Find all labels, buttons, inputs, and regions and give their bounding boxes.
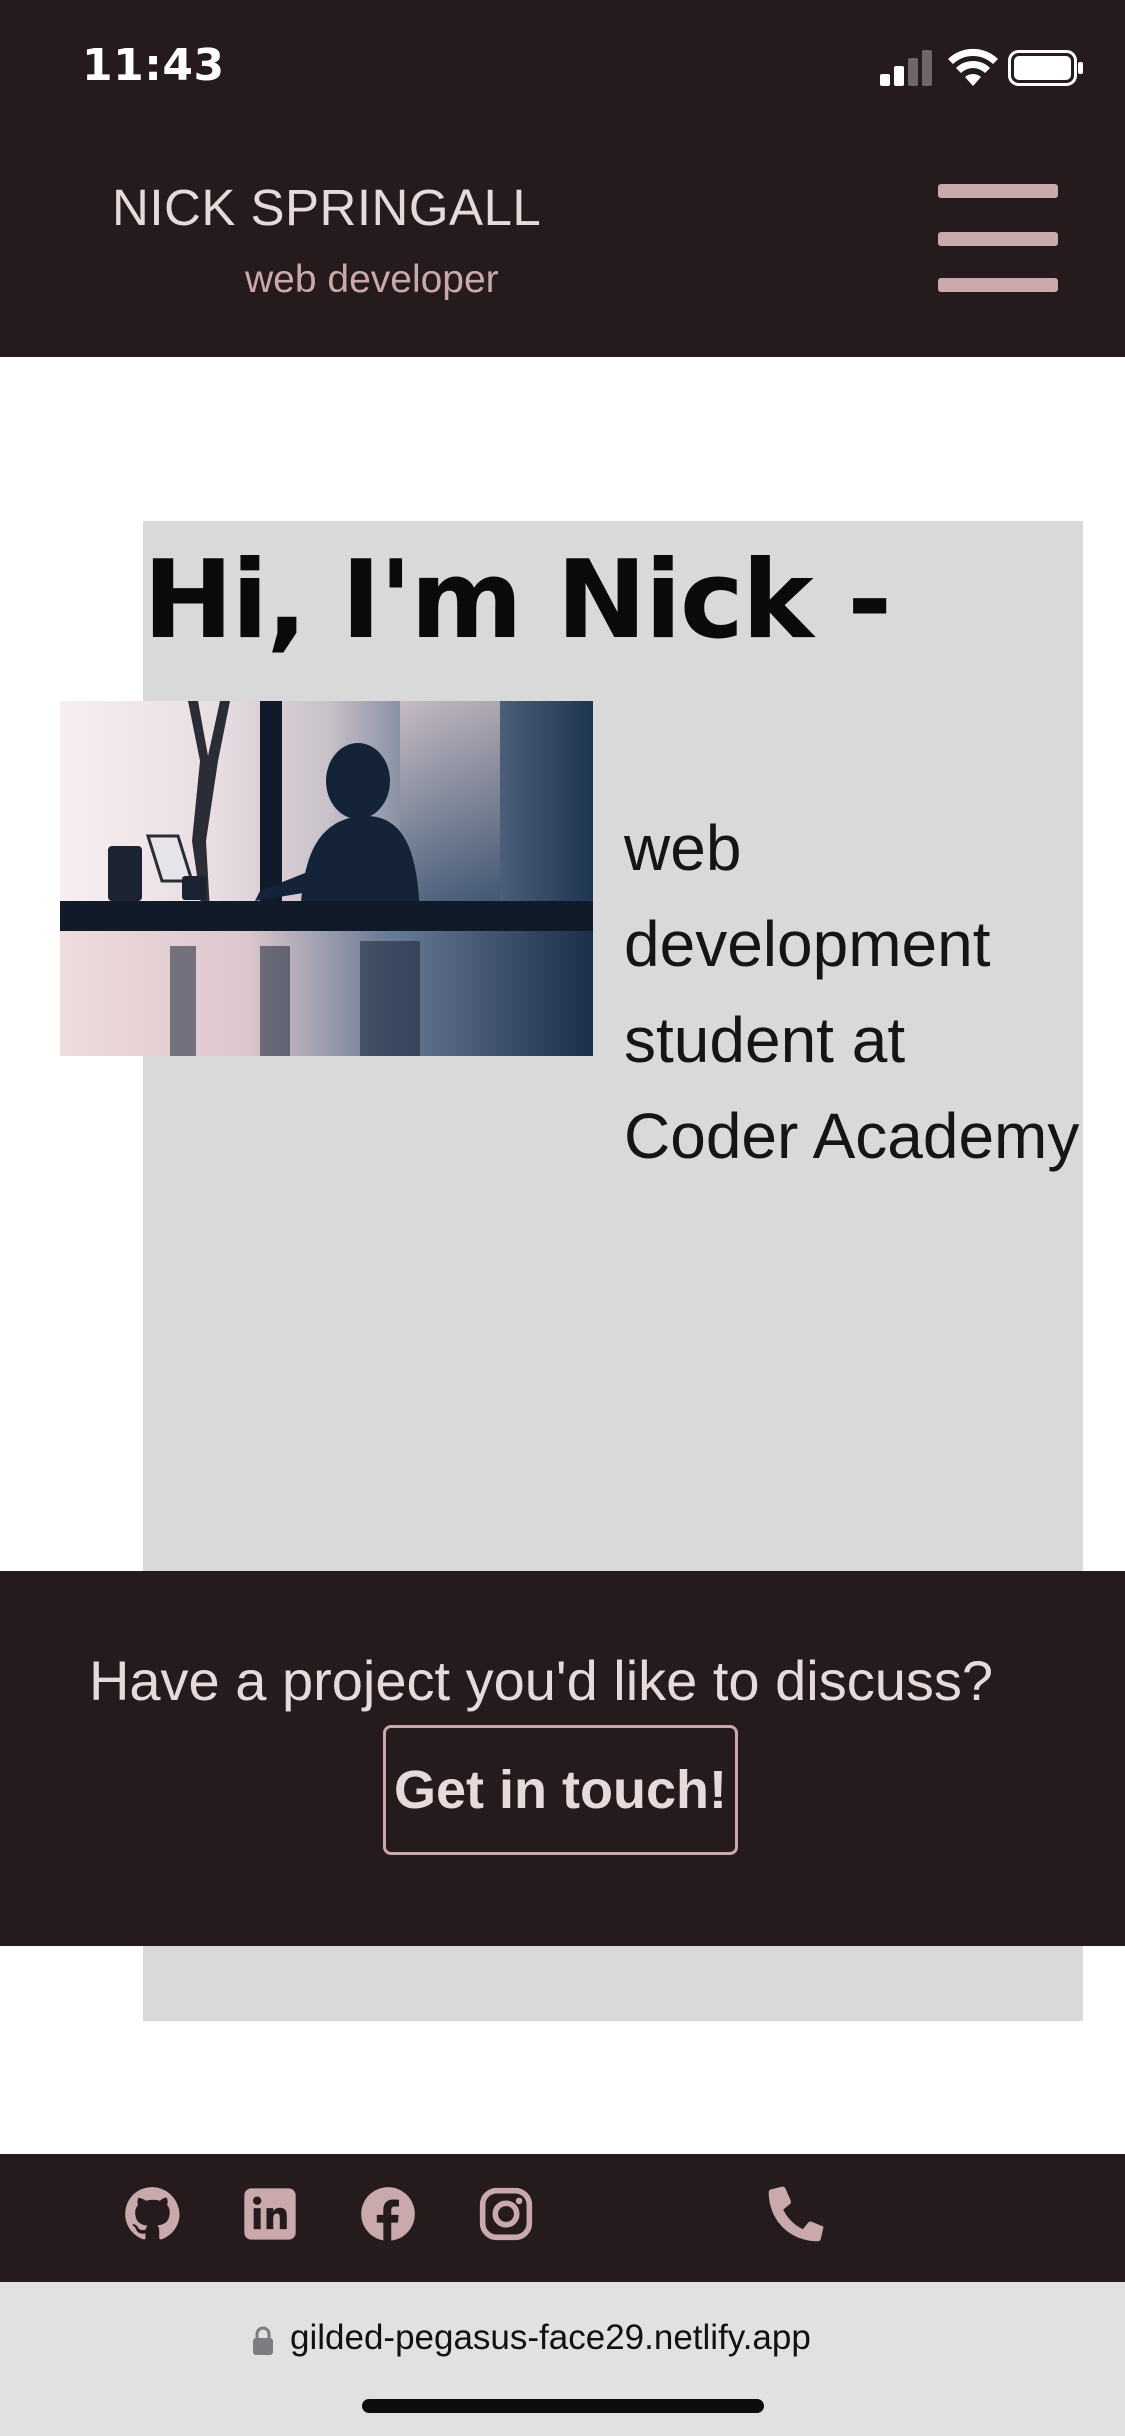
wifi-icon	[948, 48, 998, 86]
hero-description-line: Coder Academy	[624, 1100, 1080, 1172]
hero-photo	[60, 701, 593, 1056]
linkedin-icon[interactable]	[242, 2186, 298, 2242]
github-icon[interactable]	[124, 2186, 180, 2242]
home-indicator[interactable]	[362, 2399, 764, 2413]
browser-url[interactable]: gilded-pegasus-face29.netlify.app	[290, 2318, 811, 2358]
hero-description-line: development	[624, 908, 991, 980]
cellular-signal-icon	[880, 50, 932, 86]
battery-icon	[1008, 50, 1083, 86]
hero-description-line: student at	[624, 1004, 906, 1076]
facebook-icon[interactable]	[360, 2186, 416, 2242]
site-owner-name[interactable]: NICK SPRINGALL	[112, 178, 541, 237]
lock-icon	[253, 2326, 273, 2355]
phone-icon[interactable]	[768, 2184, 826, 2242]
instagram-icon[interactable]	[478, 2186, 534, 2242]
hero-description-line: web	[624, 812, 742, 884]
hero-title: Hi, I'm Nick -	[143, 538, 892, 663]
status-time: 11:43	[82, 40, 225, 91]
hero-description: web development student at Coder Academy	[624, 800, 1079, 1184]
site-tagline: web developer	[245, 258, 499, 301]
site-footer	[0, 2154, 1125, 2282]
get-in-touch-button[interactable]: Get in touch!	[383, 1725, 738, 1855]
cta-prompt: Have a project you'd like to discuss?	[88, 1649, 994, 1712]
hamburger-menu-icon[interactable]	[936, 184, 1060, 294]
